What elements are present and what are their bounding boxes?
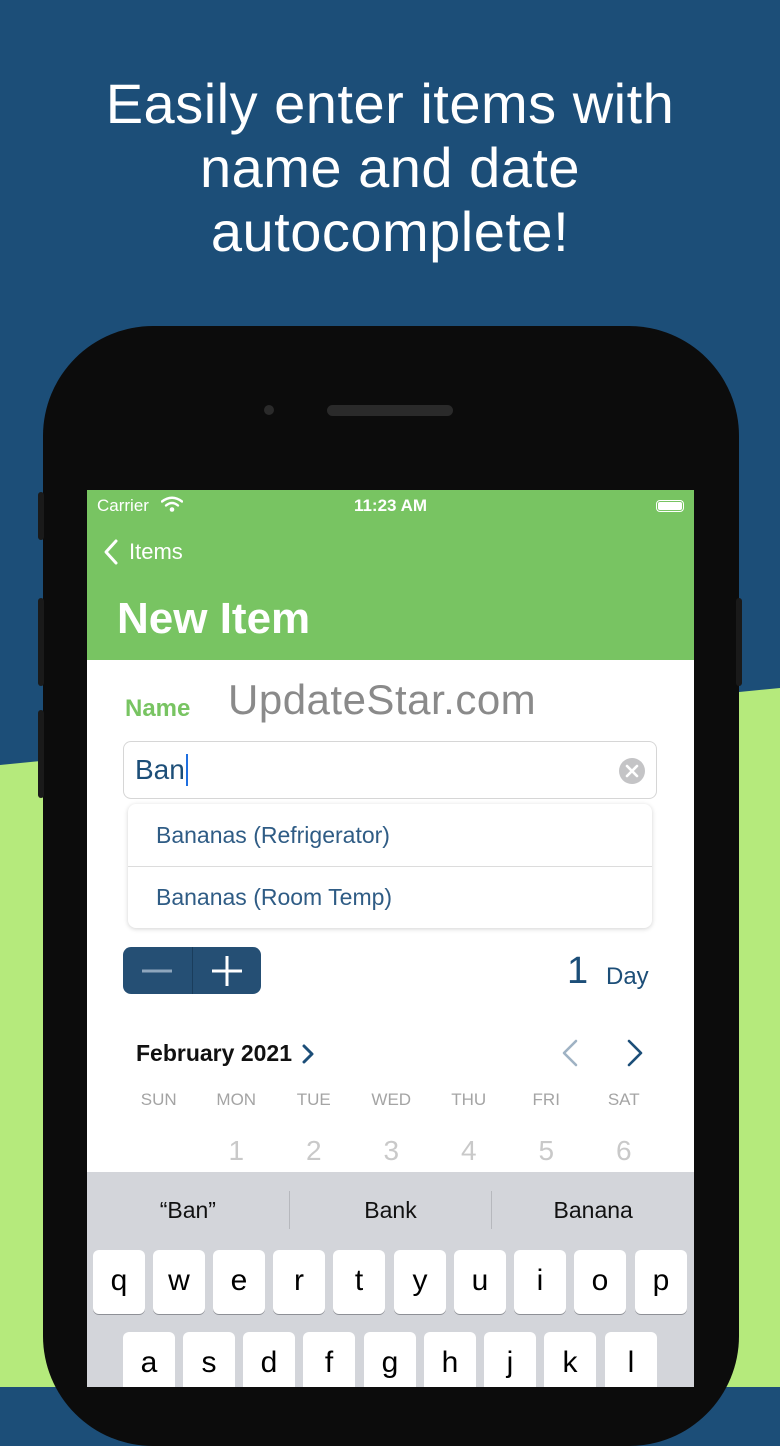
calendar-day[interactable]: 5 [508, 1135, 586, 1167]
weekday-label: WED [371, 1090, 412, 1109]
next-month-button[interactable] [626, 1038, 644, 1068]
duration-value: 1 [567, 950, 589, 992]
decrement-button[interactable] [123, 947, 192, 994]
key-t[interactable]: t [333, 1250, 385, 1314]
month-selector[interactable]: February 2021 [136, 1040, 314, 1067]
keyboard-row-1: q w e r t y u i o p [87, 1250, 694, 1314]
name-input-value: Ban [135, 754, 185, 785]
weekday-label: THU [451, 1090, 487, 1109]
month-label: February 2021 [136, 1040, 292, 1066]
key-r[interactable]: r [273, 1250, 325, 1314]
minus-icon [142, 969, 173, 972]
phone-speaker [327, 405, 453, 416]
battery-icon [656, 500, 684, 512]
key-h[interactable]: h [424, 1332, 476, 1387]
previous-month-button[interactable] [561, 1038, 579, 1068]
prediction-option[interactable]: Bank [288, 1191, 492, 1229]
front-camera [264, 405, 274, 415]
calendar-day[interactable]: 3 [353, 1135, 431, 1167]
page-title: New Item [117, 594, 311, 643]
duration-unit: Day [606, 963, 649, 990]
text-cursor [185, 754, 188, 786]
chevron-left-icon [104, 539, 118, 565]
autocomplete-dropdown: Bananas (Refrigerator) Bananas (Room Tem… [128, 804, 652, 928]
autocomplete-suggestion[interactable]: Bananas (Refrigerator) [128, 804, 652, 866]
clear-circle-icon[interactable] [618, 757, 646, 785]
key-s[interactable]: s [183, 1332, 235, 1387]
phone-side-button [38, 492, 44, 540]
key-p[interactable]: p [635, 1250, 687, 1314]
key-f[interactable]: f [303, 1332, 355, 1387]
key-k[interactable]: k [544, 1332, 596, 1387]
autocomplete-suggestion[interactable]: Bananas (Room Temp) [128, 866, 652, 928]
status-time: 11:23 AM [353, 496, 428, 515]
plus-icon [211, 955, 242, 986]
back-button-label: Items [129, 539, 183, 564]
increment-button[interactable] [191, 947, 262, 994]
key-e[interactable]: e [213, 1250, 265, 1314]
calendar-day[interactable]: 4 [430, 1135, 508, 1167]
prediction-option[interactable]: Banana [491, 1191, 694, 1229]
weekday-label: SAT [607, 1090, 640, 1109]
on-screen-keyboard: “Ban” Bank Banana q w e r t y u i o p a … [87, 1172, 694, 1387]
prediction-option[interactable]: “Ban” [87, 1191, 289, 1229]
key-i[interactable]: i [514, 1250, 566, 1314]
headline-line: autocomplete! [210, 200, 570, 263]
back-button[interactable]: Items [103, 536, 183, 568]
calendar-day[interactable]: 6 [585, 1135, 663, 1167]
navigation-bar: Carrier 11:23 AM Items New Item [87, 490, 694, 660]
weekday-label: FRI [532, 1090, 560, 1109]
headline-line: name and date [199, 136, 581, 199]
weekday-header: SUN MON TUE WED THU FRI SAT [120, 1090, 672, 1110]
weekday-label: MON [216, 1090, 257, 1109]
promo-headline: Easily enter items with name and date au… [40, 72, 740, 264]
chevron-right-icon [302, 1044, 314, 1063]
calendar-day [120, 1135, 198, 1167]
weekday-label: TUE [296, 1090, 331, 1109]
key-l[interactable]: l [605, 1332, 657, 1387]
phone-side-button [38, 598, 44, 686]
key-y[interactable]: y [394, 1250, 446, 1314]
phone-side-button [736, 598, 742, 686]
keyboard-row-2: a s d f g h j k l [87, 1332, 694, 1387]
key-q[interactable]: q [93, 1250, 145, 1314]
calendar-day[interactable]: 1 [198, 1135, 276, 1167]
headline-line: Easily enter items with [105, 72, 675, 135]
name-field-label: Name [125, 695, 191, 722]
key-o[interactable]: o [574, 1250, 626, 1314]
key-g[interactable]: g [364, 1332, 416, 1387]
calendar-day[interactable]: 2 [275, 1135, 353, 1167]
calendar-week-row: 1 2 3 4 5 6 [120, 1135, 672, 1167]
key-w[interactable]: w [153, 1250, 205, 1314]
predictive-text-bar: “Ban” Bank Banana [87, 1172, 694, 1248]
key-a[interactable]: a [123, 1332, 175, 1387]
duration-stepper [123, 947, 261, 994]
watermark: UpdateStar.com [228, 676, 537, 723]
key-d[interactable]: d [243, 1332, 295, 1387]
app-screen: Carrier 11:23 AM Items New Item Name Upd… [87, 490, 694, 1387]
key-j[interactable]: j [484, 1332, 536, 1387]
key-u[interactable]: u [454, 1250, 506, 1314]
phone-side-button [38, 710, 44, 798]
weekday-label: SUN [140, 1090, 177, 1109]
name-input[interactable]: Ban [123, 741, 657, 799]
